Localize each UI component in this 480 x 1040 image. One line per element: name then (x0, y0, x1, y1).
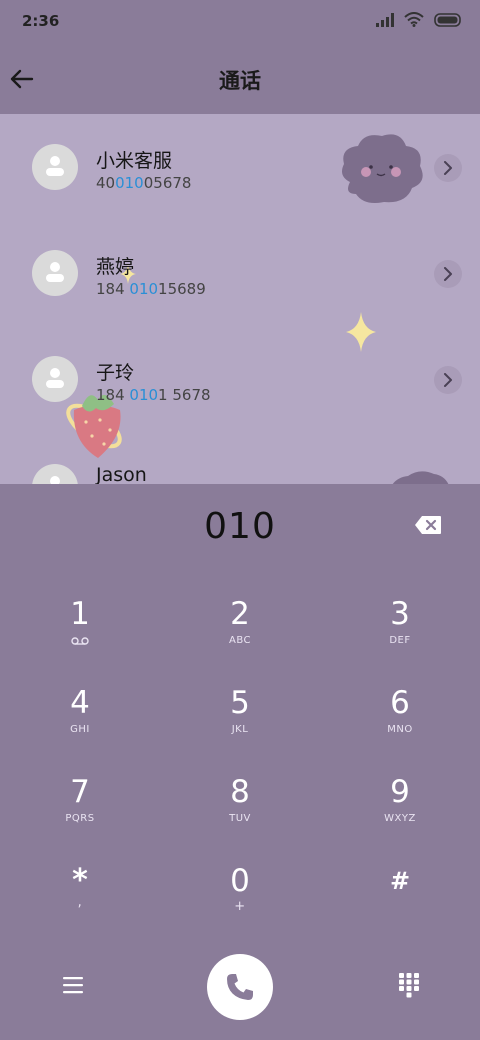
header: 通话 (0, 44, 480, 114)
contact-item[interactable]: 子玲 184 0101 5678 (0, 330, 480, 430)
status-time: 2:36 (22, 12, 60, 30)
key-letters: GHI (70, 724, 90, 735)
dialpad-icon (399, 973, 419, 998)
page-title: 通话 (219, 69, 261, 93)
dial-key-1[interactable]: 1 (20, 596, 140, 672)
menu-icon (63, 977, 83, 994)
backspace-button[interactable] (414, 515, 442, 535)
key-digit: 3 (390, 596, 410, 632)
contact-item[interactable]: 燕婷 184 01015689 (0, 224, 480, 324)
dial-key-hash[interactable]: # (340, 863, 460, 939)
chevron-right-icon (444, 267, 452, 281)
number-match: 010 (129, 280, 159, 298)
contact-number: 184 0101 5678 (96, 386, 211, 404)
dial-key-7[interactable]: 7 PQRS (20, 774, 140, 850)
person-icon (50, 476, 60, 484)
status-bar: 2:36 (0, 0, 480, 44)
chevron-right-icon (444, 161, 452, 175)
contact-detail-button[interactable] (434, 260, 462, 288)
dialer-actions (0, 950, 480, 1030)
key-digit: 4 (70, 685, 90, 721)
key-letters: PQRS (65, 813, 95, 824)
key-letters: MNO (387, 724, 413, 735)
dial-key-0[interactable]: 0 + (180, 863, 300, 939)
dialer-panel: 010 1 2 ABC 3 DEF 4 GHI 5 JKL 6 MNO 7 PQ… (0, 484, 480, 1040)
contact-name: 燕婷 (96, 256, 135, 278)
contact-detail-button[interactable] (434, 154, 462, 182)
person-icon (46, 156, 64, 176)
contact-item[interactable]: Jason (0, 436, 480, 484)
backspace-icon (415, 516, 441, 534)
contact-name: 子玲 (96, 362, 135, 384)
key-digit: # (389, 867, 411, 895)
key-letters: JKL (231, 724, 249, 735)
wifi-icon (404, 12, 424, 27)
menu-button[interactable] (60, 974, 86, 996)
key-digit: 2 (230, 596, 250, 632)
key-letters: + (234, 899, 246, 914)
signal-icon (376, 12, 394, 27)
number-match: 010 (129, 386, 159, 404)
dialed-number: 010 (204, 506, 276, 547)
dial-key-6[interactable]: 6 MNO (340, 685, 460, 761)
key-digit: 6 (390, 685, 410, 721)
avatar (32, 464, 78, 484)
number-match: 010 (115, 174, 144, 192)
dial-key-star[interactable]: * , (20, 863, 140, 939)
contact-name: 小米客服 (96, 150, 173, 172)
key-digit: 5 (230, 685, 250, 721)
voicemail-icon (71, 637, 89, 645)
contact-detail-button[interactable] (434, 366, 462, 394)
key-digit: 0 (230, 863, 250, 899)
key-digit: 1 (70, 596, 90, 632)
keypad-toggle-button[interactable] (398, 972, 420, 998)
phone-icon (227, 974, 253, 1000)
call-button[interactable] (207, 954, 273, 1020)
key-digit: 9 (390, 774, 410, 810)
person-icon (46, 368, 64, 388)
avatar (32, 250, 78, 296)
dial-key-4[interactable]: 4 GHI (20, 685, 140, 761)
contact-number: 4001005678 (96, 174, 192, 192)
dial-key-9[interactable]: 9 WXYZ (340, 774, 460, 850)
key-letters: ABC (228, 635, 251, 646)
dial-key-3[interactable]: 3 DEF (340, 596, 460, 672)
battery-icon (434, 12, 461, 27)
avatar (32, 144, 78, 190)
contact-number: 184 01015689 (96, 280, 206, 298)
contact-name: Jason (96, 464, 147, 484)
dial-key-8[interactable]: 8 TUV (180, 774, 300, 850)
key-letters: TUV (229, 813, 251, 824)
key-digit: 8 (230, 774, 250, 810)
contact-results[interactable]: 小米客服 4001005678 燕婷 184 01015689 子玲 184 0… (0, 114, 480, 484)
key-letters: WXYZ (384, 813, 416, 824)
dial-key-2[interactable]: 2 ABC (180, 596, 300, 672)
status-icons (376, 12, 462, 27)
chevron-right-icon (444, 373, 452, 387)
key-letters: DEF (389, 635, 411, 646)
key-digit: 7 (70, 774, 90, 810)
key-letters: , (77, 895, 83, 910)
person-icon (46, 262, 64, 282)
avatar (32, 356, 78, 402)
dial-key-5[interactable]: 5 JKL (180, 685, 300, 761)
contact-item[interactable]: 小米客服 4001005678 (0, 118, 480, 218)
key-digit: * (72, 863, 88, 898)
